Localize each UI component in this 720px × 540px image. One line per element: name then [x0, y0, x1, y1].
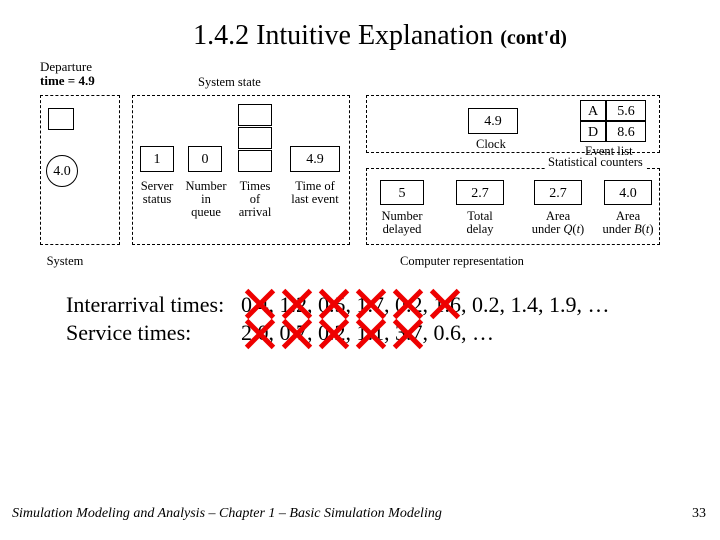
cross-out-row-2 — [242, 316, 426, 352]
clock-label: Clock — [476, 138, 506, 151]
cross-icon — [353, 316, 389, 352]
ev-a-time: 5.6 — [606, 100, 646, 121]
num-delayed-box: 5 — [380, 180, 424, 205]
clock-box: 4.9 — [468, 108, 518, 134]
comp-rep-label: Computer representation — [400, 255, 524, 268]
queue-slot — [48, 108, 74, 130]
num-in-queue-box: 0 — [188, 146, 222, 172]
cross-icon — [242, 316, 278, 352]
departure-label: Departure time = 4.9 — [40, 60, 95, 87]
cross-icon — [427, 286, 463, 322]
times-block: Interarrival times: Service times: 0.4, … — [66, 291, 684, 346]
diagram: Departure time = 4.9 4.0 System System s… — [40, 60, 680, 275]
times-labels: Interarrival times: Service times: — [66, 291, 241, 346]
arrival-slot-3 — [238, 150, 272, 172]
total-delay-box: 2.7 — [456, 180, 504, 205]
slide-title: 1.4.2 Intuitive Explanation (cont'd) — [36, 20, 684, 52]
ev-d-time: 8.6 — [606, 121, 646, 142]
num-in-queue-label: Number in queue — [180, 180, 232, 219]
num-delayed-label: Number delayed — [374, 210, 430, 236]
stat-counters-label: Statistical counters — [545, 156, 646, 169]
area-b-box: 4.0 — [604, 180, 652, 205]
server-status-label: Server status — [135, 180, 179, 206]
service-label: Service times: — [66, 319, 241, 347]
total-delay-label: Total delay — [457, 210, 503, 236]
time-last-event-box: 4.9 — [290, 146, 340, 172]
time-last-event-label: Time of last event — [287, 180, 343, 206]
arrival-slot-2 — [238, 127, 272, 149]
footer: Simulation Modeling and Analysis – Chapt… — [12, 506, 706, 522]
interarrival-label: Interarrival times: — [66, 291, 241, 319]
times-arrival-label: Times of arrival — [231, 180, 279, 219]
area-b-label: Area under B(t) — [593, 210, 663, 236]
cross-icon — [316, 316, 352, 352]
area-q-label: Area under Q(t) — [523, 210, 593, 236]
cross-icon — [390, 316, 426, 352]
footer-text: Simulation Modeling and Analysis – Chapt… — [12, 506, 442, 522]
ev-a: A — [580, 100, 606, 121]
area-q-box: 2.7 — [534, 180, 582, 205]
arrival-slot-1 — [238, 104, 272, 126]
departing-customer: 4.0 — [46, 155, 78, 187]
times-values: 0.4, 1.2, 0.5, 1.7, 0.2, 1.6, 0.2, 1.4, … — [241, 291, 610, 346]
system-label: System — [40, 255, 90, 268]
system-state-label: System state — [198, 76, 261, 89]
server-status-box: 1 — [140, 146, 174, 172]
title-main: 1.4.2 Intuitive Explanation — [193, 20, 493, 51]
ev-d: D — [580, 121, 606, 142]
page-number: 33 — [692, 506, 706, 522]
title-contd: (cont'd) — [500, 27, 567, 49]
cross-icon — [279, 316, 315, 352]
